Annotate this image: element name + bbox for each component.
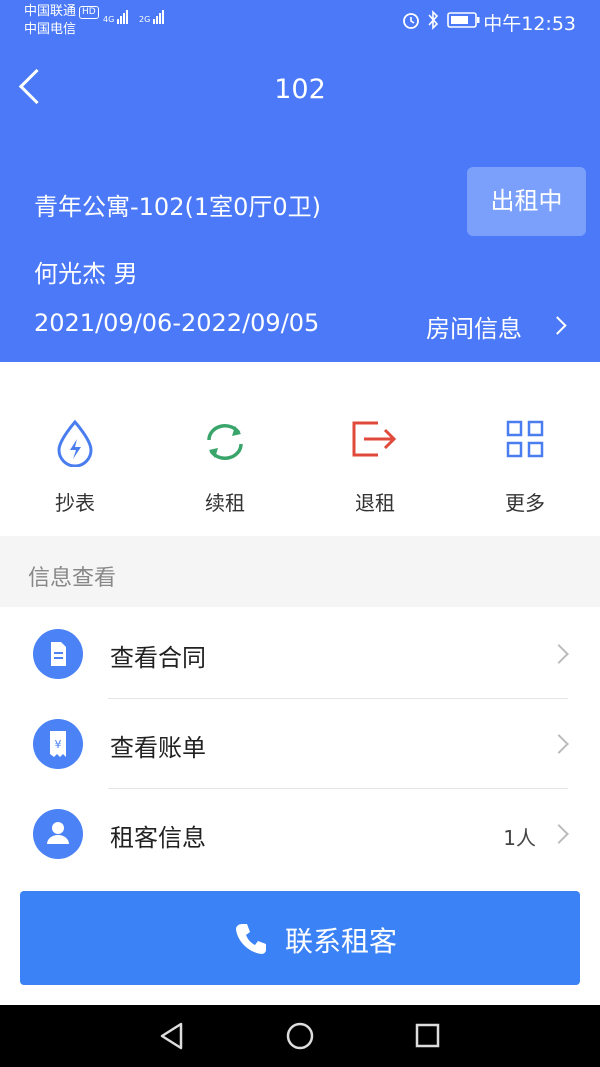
action-more[interactable]: 更多 bbox=[450, 362, 600, 536]
grid-icon bbox=[506, 420, 544, 458]
signal-1-label: 4G bbox=[103, 15, 115, 24]
chevron-right-icon bbox=[549, 824, 569, 844]
signal-1: 4G bbox=[103, 10, 129, 24]
page-title: 102 bbox=[274, 74, 326, 105]
battery-icon bbox=[447, 12, 480, 28]
signal-2: 2G bbox=[139, 10, 165, 24]
chevron-right-icon bbox=[548, 316, 567, 335]
list-item-label: 查看合同 bbox=[110, 644, 206, 672]
action-meter[interactable]: 抄表 bbox=[0, 362, 150, 536]
room-name: 青年公寓-102(1室0厅0卫) bbox=[34, 193, 322, 221]
bill-icon: ¥ bbox=[33, 719, 83, 769]
chevron-right-icon bbox=[549, 734, 569, 754]
renew-icon bbox=[207, 424, 243, 460]
person-icon bbox=[33, 809, 83, 859]
nav-recents-icon[interactable] bbox=[414, 1022, 442, 1050]
action-label: 抄表 bbox=[55, 491, 95, 515]
contact-tenant-label: 联系租客 bbox=[285, 925, 398, 958]
signal-2-label: 2G bbox=[139, 15, 151, 24]
carrier-2: 中国电信 bbox=[24, 22, 77, 37]
nav-back-icon[interactable] bbox=[158, 1021, 186, 1051]
rental-status-badge: 出租中 bbox=[467, 167, 586, 236]
info-list: 查看合同 ¥ 查看账单 租客信息 1人 bbox=[0, 607, 600, 869]
status-bar: 中国联通 HD 中国电信 4G 2G 中午12:53 bbox=[0, 0, 600, 40]
carrier-1: 中国联通 HD bbox=[24, 4, 99, 20]
chevron-right-icon bbox=[549, 644, 569, 664]
action-label: 续租 bbox=[205, 491, 245, 515]
alarm-icon bbox=[403, 13, 419, 29]
hd-badge: HD bbox=[79, 6, 99, 19]
contact-tenant-button[interactable]: 联系租客 bbox=[20, 891, 580, 985]
contract-icon bbox=[33, 629, 83, 679]
room-header: 102 青年公寓-102(1室0厅0卫) 出租中 何光杰 男 2021/09/0… bbox=[0, 40, 600, 362]
list-item-bill[interactable]: ¥ 查看账单 bbox=[0, 699, 600, 789]
action-label: 更多 bbox=[505, 491, 545, 515]
phone-icon bbox=[236, 924, 266, 954]
signal-bars-icon bbox=[152, 10, 165, 24]
svg-text:¥: ¥ bbox=[55, 738, 62, 751]
carrier-1-label: 中国联通 bbox=[24, 4, 77, 19]
action-renew[interactable]: 续租 bbox=[150, 362, 300, 536]
lease-dates: 2021/09/06-2022/09/05 bbox=[34, 309, 320, 337]
list-item-label: 租客信息 bbox=[110, 824, 206, 852]
meter-drop-icon bbox=[57, 419, 93, 467]
section-title: 信息查看 bbox=[28, 566, 117, 591]
bluetooth-icon bbox=[428, 10, 439, 30]
checkout-icon bbox=[352, 421, 397, 457]
action-label: 退租 bbox=[355, 491, 395, 515]
nav-home-icon[interactable] bbox=[285, 1021, 315, 1051]
tenant-name: 何光杰 男 bbox=[34, 260, 138, 288]
system-nav-bar bbox=[0, 1005, 600, 1067]
room-info-link[interactable]: 房间信息 bbox=[426, 309, 576, 343]
tenant-count: 1人 bbox=[503, 826, 536, 850]
action-bar: 抄表 续租 退租 更多 bbox=[0, 362, 600, 536]
signal-bars-icon bbox=[116, 10, 129, 24]
clock: 中午12:53 bbox=[483, 13, 576, 35]
room-info-label: 房间信息 bbox=[426, 315, 522, 343]
list-item-contract[interactable]: 查看合同 bbox=[0, 609, 600, 699]
list-item-label: 查看账单 bbox=[110, 734, 206, 762]
list-item-tenant-info[interactable]: 租客信息 1人 bbox=[0, 789, 600, 879]
action-checkout[interactable]: 退租 bbox=[300, 362, 450, 536]
